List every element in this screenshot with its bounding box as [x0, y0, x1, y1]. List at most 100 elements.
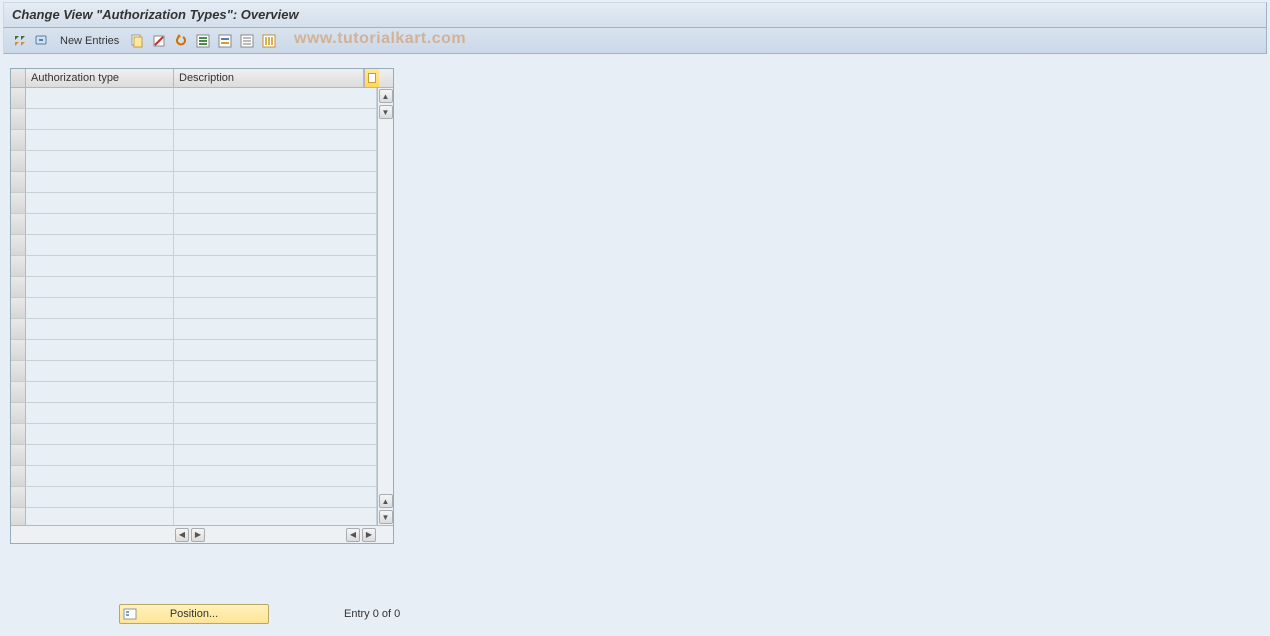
delete-icon[interactable] [149, 31, 169, 51]
cell-description[interactable] [174, 256, 377, 277]
scroll-down2-icon[interactable]: ▼ [379, 510, 393, 524]
cell-description[interactable] [174, 235, 377, 256]
cell-description[interactable] [174, 340, 377, 361]
table-row [11, 424, 377, 445]
row-selector[interactable] [11, 424, 26, 445]
cell-description[interactable] [174, 130, 377, 151]
position-button-label: Position... [170, 608, 218, 620]
cell-auth-type[interactable] [26, 277, 174, 298]
cell-auth-type[interactable] [26, 508, 174, 525]
cell-auth-type[interactable] [26, 130, 174, 151]
cell-description[interactable] [174, 382, 377, 403]
table-row [11, 130, 377, 151]
table-row [11, 172, 377, 193]
column-header-auth-type[interactable]: Authorization type [26, 69, 174, 87]
table-row [11, 508, 377, 525]
cell-auth-type[interactable] [26, 298, 174, 319]
cell-description[interactable] [174, 424, 377, 445]
page-title: Change View "Authorization Types": Overv… [3, 2, 1267, 28]
cell-auth-type[interactable] [26, 424, 174, 445]
cell-auth-type[interactable] [26, 487, 174, 508]
row-selector[interactable] [11, 298, 26, 319]
cell-auth-type[interactable] [26, 151, 174, 172]
row-selector[interactable] [11, 256, 26, 277]
cell-description[interactable] [174, 361, 377, 382]
position-button[interactable]: Position... [119, 604, 269, 624]
display-change-toggle-icon[interactable] [10, 31, 30, 51]
row-selector[interactable] [11, 109, 26, 130]
scroll-left-icon[interactable]: ◀ [175, 528, 189, 542]
scroll-up2-icon[interactable]: ▲ [379, 494, 393, 508]
row-selector[interactable] [11, 340, 26, 361]
table-row [11, 256, 377, 277]
row-selector[interactable] [11, 445, 26, 466]
cell-description[interactable] [174, 445, 377, 466]
row-selector[interactable] [11, 88, 26, 109]
row-selector[interactable] [11, 508, 26, 525]
cell-auth-type[interactable] [26, 445, 174, 466]
scroll-up-icon[interactable]: ▲ [379, 89, 393, 103]
undo-change-icon[interactable] [171, 31, 191, 51]
cell-description[interactable] [174, 403, 377, 424]
cell-auth-type[interactable] [26, 235, 174, 256]
cell-auth-type[interactable] [26, 88, 174, 109]
cell-description[interactable] [174, 172, 377, 193]
deselect-all-icon[interactable] [237, 31, 257, 51]
row-selector[interactable] [11, 214, 26, 235]
horizontal-scroll-track[interactable] [206, 526, 345, 543]
row-selector[interactable] [11, 235, 26, 256]
row-selector[interactable] [11, 466, 26, 487]
row-selector[interactable] [11, 487, 26, 508]
cell-description[interactable] [174, 298, 377, 319]
row-selector[interactable] [11, 361, 26, 382]
cell-description[interactable] [174, 193, 377, 214]
configuration-icon[interactable] [259, 31, 279, 51]
cell-description[interactable] [174, 277, 377, 298]
cell-auth-type[interactable] [26, 172, 174, 193]
row-selector[interactable] [11, 277, 26, 298]
horizontal-scrollbar[interactable]: ◀ ▶ ◀ ▶ [11, 525, 393, 543]
table-configuration-icon[interactable] [364, 69, 379, 87]
cell-auth-type[interactable] [26, 214, 174, 235]
column-header-description[interactable]: Description [174, 69, 364, 87]
row-selector[interactable] [11, 382, 26, 403]
cell-auth-type[interactable] [26, 256, 174, 277]
row-selector[interactable] [11, 151, 26, 172]
scroll-right2-icon[interactable]: ▶ [362, 528, 376, 542]
cell-description[interactable] [174, 487, 377, 508]
cell-description[interactable] [174, 88, 377, 109]
find-icon[interactable] [32, 31, 52, 51]
cell-auth-type[interactable] [26, 403, 174, 424]
new-entries-button[interactable]: New Entries [54, 35, 125, 47]
row-selector[interactable] [11, 319, 26, 340]
status-footer: Position... Entry 0 of 0 [0, 602, 1270, 626]
row-selector[interactable] [11, 193, 26, 214]
cell-description[interactable] [174, 319, 377, 340]
copy-as-icon[interactable] [127, 31, 147, 51]
cell-description[interactable] [174, 151, 377, 172]
cell-auth-type[interactable] [26, 193, 174, 214]
cell-auth-type[interactable] [26, 109, 174, 130]
row-selector[interactable] [11, 403, 26, 424]
row-selector[interactable] [11, 172, 26, 193]
scroll-down-icon[interactable]: ▼ [379, 105, 393, 119]
position-icon [123, 607, 137, 621]
table-row [11, 235, 377, 256]
scroll-left2-icon[interactable]: ◀ [346, 528, 360, 542]
select-all-icon[interactable] [193, 31, 213, 51]
table-row [11, 277, 377, 298]
cell-description[interactable] [174, 109, 377, 130]
select-block-icon[interactable] [215, 31, 235, 51]
cell-auth-type[interactable] [26, 340, 174, 361]
vertical-scrollbar[interactable]: ▲ ▼ ▲ ▼ [377, 88, 393, 525]
cell-auth-type[interactable] [26, 382, 174, 403]
cell-auth-type[interactable] [26, 466, 174, 487]
cell-auth-type[interactable] [26, 361, 174, 382]
cell-description[interactable] [174, 214, 377, 235]
row-select-all[interactable] [11, 69, 26, 87]
cell-auth-type[interactable] [26, 319, 174, 340]
row-selector[interactable] [11, 130, 26, 151]
scroll-right-icon[interactable]: ▶ [191, 528, 205, 542]
cell-description[interactable] [174, 466, 377, 487]
cell-description[interactable] [174, 508, 377, 525]
